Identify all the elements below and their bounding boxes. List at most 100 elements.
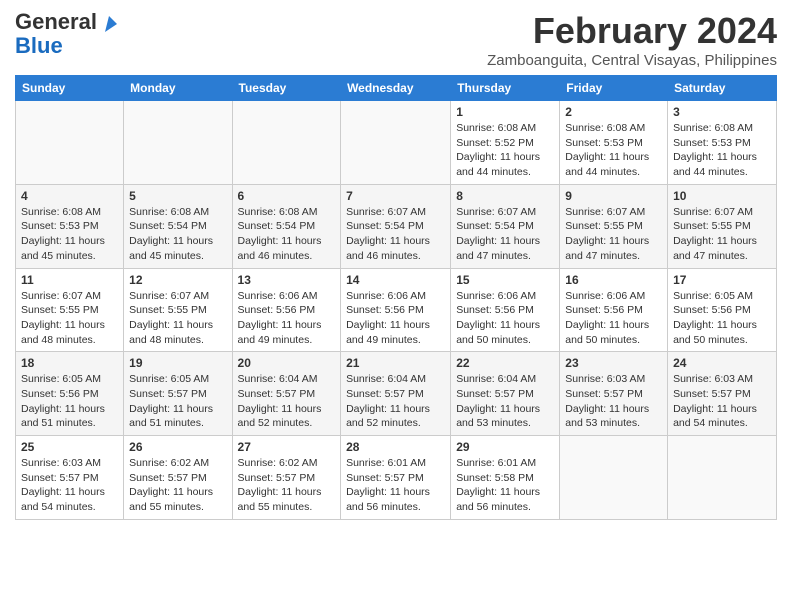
day-info: Sunrise: 6:02 AM Sunset: 5:57 PM Dayligh…: [129, 456, 226, 515]
day-info: Sunrise: 6:08 AM Sunset: 5:53 PM Dayligh…: [565, 121, 662, 180]
day-info: Sunrise: 6:07 AM Sunset: 5:55 PM Dayligh…: [21, 289, 118, 348]
day-info: Sunrise: 6:07 AM Sunset: 5:55 PM Dayligh…: [129, 289, 226, 348]
day-info: Sunrise: 6:08 AM Sunset: 5:53 PM Dayligh…: [673, 121, 771, 180]
day-number: 2: [565, 105, 662, 119]
day-info: Sunrise: 6:08 AM Sunset: 5:52 PM Dayligh…: [456, 121, 554, 180]
day-of-week-header: Monday: [124, 76, 232, 101]
day-number: 22: [456, 356, 554, 370]
day-number: 16: [565, 273, 662, 287]
calendar-cell: [560, 436, 668, 520]
day-of-week-header: Thursday: [451, 76, 560, 101]
calendar-cell: 24Sunrise: 6:03 AM Sunset: 5:57 PM Dayli…: [668, 352, 777, 436]
title-block: February 2024 Zamboanguita, Central Visa…: [487, 10, 777, 69]
logo: General Blue: [15, 10, 121, 58]
calendar-week-row: 1 Sunrise: 6:08 AM Sunset: 5:52 PM Daylig…: [16, 101, 777, 185]
day-of-week-header: Wednesday: [341, 76, 451, 101]
location-subtitle: Zamboanguita, Central Visayas, Philippin…: [487, 52, 777, 69]
calendar-cell: [232, 101, 341, 185]
day-info: Sunrise: 6:08 AM Sunset: 5:53 PM Dayligh…: [21, 205, 118, 264]
day-number: 29: [456, 440, 554, 454]
month-year-title: February 2024: [487, 10, 777, 52]
calendar-cell: [668, 436, 777, 520]
calendar-header-row: SundayMondayTuesdayWednesdayThursdayFrid…: [16, 76, 777, 101]
day-info: Sunrise: 6:01 AM Sunset: 5:58 PM Dayligh…: [456, 456, 554, 515]
calendar-cell: [16, 101, 124, 185]
day-number: 4: [21, 189, 118, 203]
calendar-table: SundayMondayTuesdayWednesdayThursdayFrid…: [15, 75, 777, 520]
day-number: 21: [346, 356, 445, 370]
calendar-cell: 8 Sunrise: 6:07 AM Sunset: 5:54 PM Daylig…: [451, 184, 560, 268]
day-number: 15: [456, 273, 554, 287]
calendar-cell: 3Sunrise: 6:08 AM Sunset: 5:53 PM Daylig…: [668, 101, 777, 185]
day-info: Sunrise: 6:05 AM Sunset: 5:56 PM Dayligh…: [21, 372, 118, 431]
day-number: 24: [673, 356, 771, 370]
calendar-cell: 6Sunrise: 6:08 AM Sunset: 5:54 PM Daylig…: [232, 184, 341, 268]
day-of-week-header: Tuesday: [232, 76, 341, 101]
calendar-cell: 9 Sunrise: 6:07 AM Sunset: 5:55 PM Daylig…: [560, 184, 668, 268]
calendar-cell: 14Sunrise: 6:06 AM Sunset: 5:56 PM Dayli…: [341, 268, 451, 352]
day-number: 25: [21, 440, 118, 454]
calendar-cell: 23Sunrise: 6:03 AM Sunset: 5:57 PM Dayli…: [560, 352, 668, 436]
day-number: 28: [346, 440, 445, 454]
calendar-cell: 26Sunrise: 6:02 AM Sunset: 5:57 PM Dayli…: [124, 436, 232, 520]
day-number: 9: [565, 189, 662, 203]
day-number: 13: [238, 273, 336, 287]
calendar-week-row: 18 Sunrise: 6:05 AM Sunset: 5:56 PM Dayli…: [16, 352, 777, 436]
day-info: Sunrise: 6:07 AM Sunset: 5:54 PM Dayligh…: [346, 205, 445, 264]
day-info: Sunrise: 6:04 AM Sunset: 5:57 PM Dayligh…: [346, 372, 445, 431]
calendar-cell: 27 Sunrise: 6:02 AM Sunset: 5:57 PM Dayli…: [232, 436, 341, 520]
calendar-week-row: 4 Sunrise: 6:08 AM Sunset: 5:53 PM Daylig…: [16, 184, 777, 268]
day-info: Sunrise: 6:01 AM Sunset: 5:57 PM Dayligh…: [346, 456, 445, 515]
page-header: General Blue February 2024 Zamboanguita,…: [15, 10, 777, 69]
day-info: Sunrise: 6:03 AM Sunset: 5:57 PM Dayligh…: [21, 456, 118, 515]
calendar-cell: 25 Sunrise: 6:03 AM Sunset: 5:57 PM Dayli…: [16, 436, 124, 520]
day-number: 1: [456, 105, 554, 119]
day-info: Sunrise: 6:05 AM Sunset: 5:56 PM Dayligh…: [673, 289, 771, 348]
day-number: 10: [673, 189, 771, 203]
calendar-cell: 1 Sunrise: 6:08 AM Sunset: 5:52 PM Daylig…: [451, 101, 560, 185]
day-number: 20: [238, 356, 336, 370]
day-number: 6: [238, 189, 336, 203]
day-info: Sunrise: 6:07 AM Sunset: 5:55 PM Dayligh…: [673, 205, 771, 264]
calendar-week-row: 25 Sunrise: 6:03 AM Sunset: 5:57 PM Dayli…: [16, 436, 777, 520]
day-number: 17: [673, 273, 771, 287]
day-info: Sunrise: 6:02 AM Sunset: 5:57 PM Dayligh…: [238, 456, 336, 515]
day-info: Sunrise: 6:07 AM Sunset: 5:55 PM Dayligh…: [565, 205, 662, 264]
day-of-week-header: Sunday: [16, 76, 124, 101]
calendar-cell: 12 Sunrise: 6:07 AM Sunset: 5:55 PM Dayli…: [124, 268, 232, 352]
day-number: 5: [129, 189, 226, 203]
day-info: Sunrise: 6:06 AM Sunset: 5:56 PM Dayligh…: [238, 289, 336, 348]
calendar-cell: 10 Sunrise: 6:07 AM Sunset: 5:55 PM Dayli…: [668, 184, 777, 268]
day-number: 8: [456, 189, 554, 203]
day-number: 18: [21, 356, 118, 370]
logo-arrow-icon: [99, 14, 121, 36]
calendar-cell: 4 Sunrise: 6:08 AM Sunset: 5:53 PM Daylig…: [16, 184, 124, 268]
day-info: Sunrise: 6:07 AM Sunset: 5:54 PM Dayligh…: [456, 205, 554, 264]
calendar-cell: [341, 101, 451, 185]
calendar-cell: 7Sunrise: 6:07 AM Sunset: 5:54 PM Daylig…: [341, 184, 451, 268]
calendar-cell: 17 Sunrise: 6:05 AM Sunset: 5:56 PM Dayli…: [668, 268, 777, 352]
day-info: Sunrise: 6:05 AM Sunset: 5:57 PM Dayligh…: [129, 372, 226, 431]
calendar-week-row: 11Sunrise: 6:07 AM Sunset: 5:55 PM Dayli…: [16, 268, 777, 352]
calendar-cell: 18 Sunrise: 6:05 AM Sunset: 5:56 PM Dayli…: [16, 352, 124, 436]
day-of-week-header: Saturday: [668, 76, 777, 101]
calendar-cell: 29 Sunrise: 6:01 AM Sunset: 5:58 PM Dayli…: [451, 436, 560, 520]
day-info: Sunrise: 6:04 AM Sunset: 5:57 PM Dayligh…: [238, 372, 336, 431]
day-info: Sunrise: 6:06 AM Sunset: 5:56 PM Dayligh…: [456, 289, 554, 348]
calendar-cell: 21 Sunrise: 6:04 AM Sunset: 5:57 PM Dayli…: [341, 352, 451, 436]
calendar-cell: 5 Sunrise: 6:08 AM Sunset: 5:54 PM Daylig…: [124, 184, 232, 268]
day-number: 19: [129, 356, 226, 370]
day-number: 27: [238, 440, 336, 454]
day-info: Sunrise: 6:06 AM Sunset: 5:56 PM Dayligh…: [565, 289, 662, 348]
calendar-cell: 16 Sunrise: 6:06 AM Sunset: 5:56 PM Dayli…: [560, 268, 668, 352]
day-of-week-header: Friday: [560, 76, 668, 101]
day-info: Sunrise: 6:08 AM Sunset: 5:54 PM Dayligh…: [129, 205, 226, 264]
calendar-cell: 15 Sunrise: 6:06 AM Sunset: 5:56 PM Dayli…: [451, 268, 560, 352]
day-number: 12: [129, 273, 226, 287]
calendar-cell: 20 Sunrise: 6:04 AM Sunset: 5:57 PM Dayli…: [232, 352, 341, 436]
calendar-cell: 19 Sunrise: 6:05 AM Sunset: 5:57 PM Dayli…: [124, 352, 232, 436]
logo-text: General Blue: [15, 10, 97, 58]
calendar-cell: 22Sunrise: 6:04 AM Sunset: 5:57 PM Dayli…: [451, 352, 560, 436]
calendar-cell: 13 Sunrise: 6:06 AM Sunset: 5:56 PM Dayli…: [232, 268, 341, 352]
calendar-cell: 2 Sunrise: 6:08 AM Sunset: 5:53 PM Daylig…: [560, 101, 668, 185]
